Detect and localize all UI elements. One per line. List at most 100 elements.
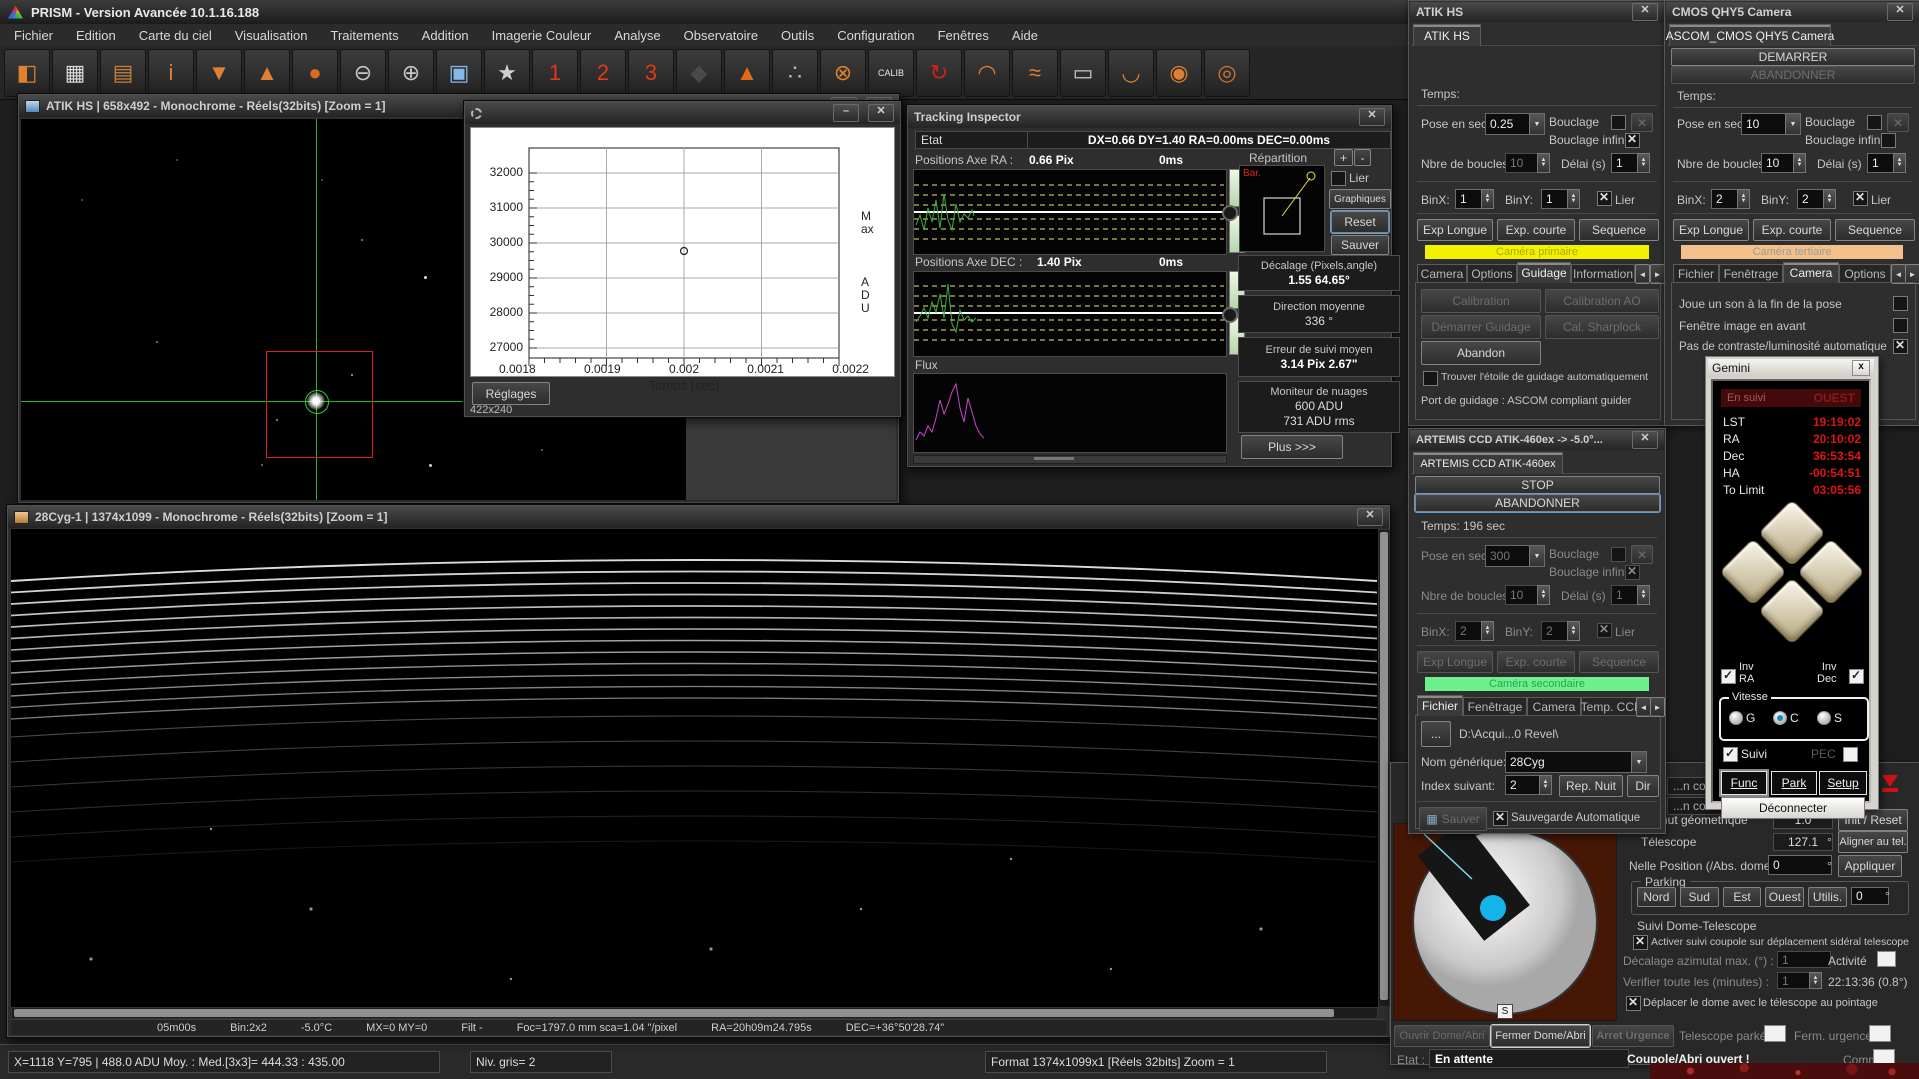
nelle-position-field[interactable]: 0	[1768, 855, 1832, 875]
bouclage-infini-checkbox[interactable]	[1625, 565, 1640, 580]
binx-spinner[interactable]: ▲▼	[1481, 621, 1494, 641]
repartition-minus-button[interactable]: -	[1354, 149, 1371, 166]
camera-icon[interactable]: ◉	[1156, 49, 1202, 97]
dir-button[interactable]: Dir	[1627, 775, 1659, 797]
deconnecter-button[interactable]: Déconnecter	[1721, 797, 1865, 819]
zoom-out-icon[interactable]: ⊖	[340, 49, 386, 97]
calibration-button[interactable]: Calibration	[1421, 289, 1541, 313]
binx-spinner[interactable]: ▲▼	[1481, 189, 1494, 209]
sauver-button[interactable]: ▦ Sauver	[1419, 807, 1487, 831]
tab-fichier[interactable]: Fichier	[1417, 695, 1463, 716]
flip-horizontal-icon[interactable]: ▲	[244, 49, 290, 97]
inv-ra-checkbox[interactable]	[1721, 669, 1736, 684]
bouclage-x-button[interactable]: ✕	[1631, 113, 1653, 132]
tab-options[interactable]: Options	[1839, 264, 1891, 283]
zoom-in-icon[interactable]: ⊕	[388, 49, 434, 97]
close-button[interactable]: ✕	[1632, 3, 1658, 21]
parking-direction-button[interactable]: Sud	[1680, 887, 1719, 907]
artemis-panel-titlebar[interactable]: ARTEMIS CCD ATIK-460ex -> -5.0°... ✕	[1410, 430, 1664, 450]
tracking-scrollbar[interactable]	[913, 455, 1227, 464]
close-button[interactable]: ✕	[868, 104, 894, 122]
sphere-2-icon[interactable]: 2	[580, 49, 626, 97]
wave-icon[interactable]: ≈	[1012, 49, 1058, 97]
sauver-button[interactable]: Sauver	[1331, 235, 1389, 255]
bouclage-x-button[interactable]: ✕	[1631, 545, 1653, 564]
select-star-icon[interactable]: ★	[484, 49, 530, 97]
sequence-button[interactable]: Sequence	[1579, 219, 1659, 241]
spectrum-vscrollbar[interactable]	[1378, 529, 1390, 1007]
nbre-spinner[interactable]: ▲▼	[1537, 153, 1550, 173]
tracking-titlebar[interactable]: Tracking Inspector ✕	[908, 106, 1391, 128]
menu-item[interactable]: Outils	[779, 26, 816, 45]
tab-ascom-qhy5[interactable]: ASCOM_CMOS QHY5 Camera	[1669, 24, 1831, 46]
vitesse-g-radio[interactable]	[1729, 711, 1743, 725]
menu-item[interactable]: Edition	[74, 26, 118, 45]
exp-longue-button[interactable]: Exp Longue	[1673, 219, 1749, 241]
tab-atik-hs[interactable]: ATIK HS	[1413, 24, 1481, 46]
pose-combo[interactable]: 0.25▼	[1485, 113, 1545, 135]
index-spinner[interactable]: ▲▼	[1539, 775, 1552, 795]
aligner-button[interactable]: Aligner au tel.	[1838, 831, 1908, 853]
close-button[interactable]: ✕	[1632, 431, 1658, 449]
tab-fenetrage[interactable]: Fenêtrage	[1719, 264, 1783, 283]
trouver-etoile-checkbox[interactable]	[1423, 371, 1438, 386]
suivi-checkbox[interactable]	[1723, 747, 1738, 762]
deplacer-dome-checkbox[interactable]	[1626, 996, 1641, 1011]
bouclage-infini-checkbox[interactable]	[1881, 133, 1896, 148]
menu-item[interactable]: Carte du ciel	[137, 26, 214, 45]
tab-options[interactable]: Options	[1467, 264, 1517, 283]
menu-item[interactable]: Fenêtres	[936, 26, 991, 45]
chevron-down-icon[interactable]: ▼	[1529, 114, 1544, 134]
tab-scroll-right-button[interactable]: ►	[1650, 264, 1665, 284]
qhy5-panel-titlebar[interactable]: CMOS QHY5 Camera ✕	[1666, 2, 1919, 22]
dark-frame-icon[interactable]: ◆	[676, 49, 722, 97]
sphere-1-icon[interactable]: 1	[532, 49, 578, 97]
arret-urgence-button[interactable]: Arret Urgence	[1592, 1025, 1674, 1047]
tab-camera[interactable]: Camera	[1783, 262, 1839, 283]
observatory-icon[interactable]: ◎	[1204, 49, 1250, 97]
browse-path-button[interactable]: ...	[1421, 721, 1451, 747]
abandonner-button[interactable]: ABANDONNER	[1671, 66, 1915, 84]
lier-checkbox[interactable]	[1331, 171, 1346, 186]
menu-item[interactable]: Analyse	[612, 26, 662, 45]
refresh-icon[interactable]: ↻	[916, 49, 962, 97]
close-button[interactable]: ✕	[1359, 108, 1385, 126]
tab-camera[interactable]: Camera	[1527, 697, 1581, 716]
nom-generique-combo[interactable]: 28Cyg▼	[1505, 751, 1647, 773]
tab-scroll-left-button[interactable]: ◄	[1636, 697, 1651, 717]
spectrum-hscrollbar[interactable]	[11, 1007, 1378, 1019]
abandon-button[interactable]: Abandon	[1421, 341, 1541, 365]
fermer-dome-button[interactable]: Fermer Dome/Abri	[1491, 1025, 1590, 1047]
screen-icon[interactable]: ▭	[1060, 49, 1106, 97]
abandonner-button[interactable]: ABANDONNER	[1415, 494, 1660, 512]
verifier-spinner[interactable]: ▲▼	[1809, 972, 1822, 989]
tab-scroll-right-button[interactable]: ►	[1650, 697, 1665, 717]
repartition-plus-button[interactable]: +	[1334, 149, 1353, 166]
cal-sharplock-button[interactable]: Cal. Sharplock	[1545, 315, 1659, 339]
lier-checkbox[interactable]	[1597, 623, 1612, 638]
atik-panel-titlebar[interactable]: ATIK HS ✕	[1410, 2, 1664, 22]
exp-courte-button[interactable]: Exp. courte	[1497, 651, 1575, 673]
spectrum-titlebar[interactable]: 28Cyg-1 | 1374x1099 - Monochrome - Réels…	[8, 506, 1389, 528]
exp-courte-button[interactable]: Exp. courte	[1753, 219, 1831, 241]
adu-chart-titlebar[interactable]: – ✕	[465, 102, 900, 124]
func-button[interactable]: Func	[1721, 771, 1767, 795]
delai-spinner[interactable]: ▲▼	[1893, 153, 1906, 173]
download-red-icon[interactable]	[1879, 773, 1901, 795]
parking-direction-button[interactable]: Est	[1723, 887, 1762, 907]
bouclage-checkbox[interactable]	[1611, 115, 1626, 130]
menu-item[interactable]: Imagerie Couleur	[490, 26, 594, 45]
open-image-icon[interactable]: ◧	[4, 49, 50, 97]
chevron-down-icon[interactable]: ▼	[1529, 546, 1544, 566]
vitesse-c-radio[interactable]	[1773, 711, 1787, 725]
tab-information[interactable]: Information	[1571, 264, 1635, 283]
ouvrir-dome-button[interactable]: Ouvrir Dome/Abri	[1394, 1025, 1490, 1047]
parking-field[interactable]: 0	[1851, 887, 1889, 905]
park-button[interactable]: Park	[1771, 771, 1817, 795]
demarrer-button[interactable]: DEMARRER	[1671, 48, 1915, 66]
exp-longue-button[interactable]: Exp Longue	[1417, 219, 1493, 241]
vitesse-s-radio[interactable]	[1817, 711, 1831, 725]
info-icon[interactable]: i	[148, 49, 194, 97]
exp-courte-button[interactable]: Exp. courte	[1497, 219, 1575, 241]
tab-fenetrage[interactable]: Fenêtrage	[1463, 697, 1527, 716]
